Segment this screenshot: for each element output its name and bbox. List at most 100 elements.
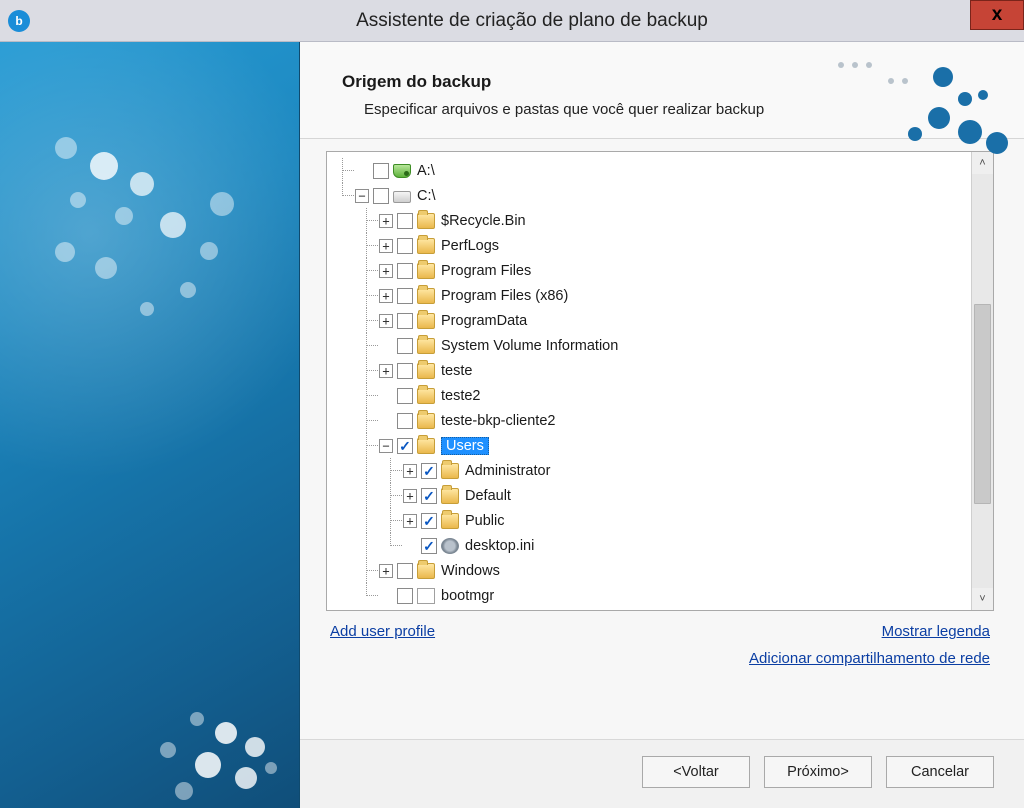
tree-node-desktop[interactable]: desktop.ini xyxy=(331,533,971,558)
folder-icon xyxy=(417,288,435,304)
node-checkbox[interactable] xyxy=(397,338,413,354)
node-label[interactable]: Users xyxy=(441,437,489,455)
folder-icon xyxy=(417,438,435,454)
node-checkbox[interactable] xyxy=(421,463,437,479)
expander-icon xyxy=(379,389,393,403)
links-row: Add user profile Mostrar legenda xyxy=(326,611,994,644)
expander-icon[interactable]: + xyxy=(379,239,393,253)
node-label[interactable]: $Recycle.Bin xyxy=(441,213,526,229)
node-label[interactable]: Program Files xyxy=(441,263,531,279)
tree-scrollbar[interactable]: ˄ ˅ xyxy=(971,152,993,610)
node-checkbox[interactable] xyxy=(397,288,413,304)
tree-node-windows[interactable]: + Windows xyxy=(331,558,971,583)
tree-node-svi[interactable]: System Volume Information xyxy=(331,333,971,358)
folder-icon xyxy=(417,388,435,404)
node-label[interactable]: Public xyxy=(465,513,505,529)
expander-icon[interactable]: − xyxy=(355,189,369,203)
tree-node-pf86[interactable]: + Program Files (x86) xyxy=(331,283,971,308)
body: Origem do backup Especificar arquivos e … xyxy=(0,42,1024,808)
node-label[interactable]: ProgramData xyxy=(441,313,527,329)
expander-icon[interactable]: − xyxy=(379,439,393,453)
add-network-share-link[interactable]: Adicionar compartilhamento de rede xyxy=(749,650,990,667)
tree-node-teste2[interactable]: teste2 xyxy=(331,383,971,408)
node-checkbox[interactable] xyxy=(421,488,437,504)
node-checkbox[interactable] xyxy=(421,513,437,529)
tree-node-public[interactable]: + Public xyxy=(331,508,971,533)
folder-icon xyxy=(417,313,435,329)
back-button[interactable]: <Voltar xyxy=(642,756,750,788)
tree-node-pf[interactable]: + Program Files xyxy=(331,258,971,283)
node-checkbox[interactable] xyxy=(397,238,413,254)
node-label[interactable]: teste2 xyxy=(441,388,481,404)
drive-icon xyxy=(393,191,411,203)
node-label[interactable]: Program Files (x86) xyxy=(441,288,568,304)
node-checkbox[interactable] xyxy=(397,313,413,329)
expander-icon[interactable]: + xyxy=(379,314,393,328)
scroll-down-icon[interactable]: ˅ xyxy=(972,588,993,610)
show-legend-link[interactable]: Mostrar legenda xyxy=(882,623,990,640)
tree-node-bootmgr[interactable]: bootmgr xyxy=(331,583,971,608)
node-label[interactable]: A:\ xyxy=(417,163,435,179)
node-label[interactable]: Administrator xyxy=(465,463,550,479)
add-profile-link[interactable]: Add user profile xyxy=(330,623,435,640)
tree-node-users[interactable]: − Users xyxy=(331,433,971,458)
folder-icon xyxy=(441,463,459,479)
tree-node-teste[interactable]: + teste xyxy=(331,358,971,383)
folder-icon xyxy=(417,563,435,579)
expander-icon[interactable]: + xyxy=(403,464,417,478)
node-checkbox[interactable] xyxy=(397,438,413,454)
node-label[interactable]: bootmgr xyxy=(441,588,494,604)
node-label[interactable]: Default xyxy=(465,488,511,504)
node-checkbox[interactable] xyxy=(397,363,413,379)
folder-icon xyxy=(417,213,435,229)
tree-container: A:\ − C:\ + $Recycle.Bin + PerfLogs + Program Fi… xyxy=(326,151,994,611)
expander-icon[interactable]: + xyxy=(379,264,393,278)
wizard-sidebar xyxy=(0,42,300,808)
tree-node-pdata[interactable]: + ProgramData xyxy=(331,308,971,333)
node-label[interactable]: teste-bkp-cliente2 xyxy=(441,413,555,429)
node-checkbox[interactable] xyxy=(397,263,413,279)
tree-node-perflogs[interactable]: + PerfLogs xyxy=(331,233,971,258)
expander-icon[interactable]: + xyxy=(379,289,393,303)
tree-node-testebkp[interactable]: teste-bkp-cliente2 xyxy=(331,408,971,433)
node-checkbox[interactable] xyxy=(373,163,389,179)
expander-icon[interactable]: + xyxy=(403,489,417,503)
expander-icon[interactable]: + xyxy=(379,214,393,228)
next-button[interactable]: Próximo> xyxy=(764,756,872,788)
folder-icon xyxy=(417,363,435,379)
expander-icon[interactable]: + xyxy=(403,514,417,528)
node-label[interactable]: PerfLogs xyxy=(441,238,499,254)
tree-node-default[interactable]: + Default xyxy=(331,483,971,508)
node-checkbox[interactable] xyxy=(397,588,413,604)
folder-icon xyxy=(417,413,435,429)
title-bar: b Assistente de criação de plano de back… xyxy=(0,0,1024,42)
node-checkbox[interactable] xyxy=(373,188,389,204)
node-checkbox[interactable] xyxy=(421,538,437,554)
node-label[interactable]: C:\ xyxy=(417,188,436,204)
node-label[interactable]: desktop.ini xyxy=(465,538,534,554)
step-header: Origem do backup Especificar arquivos e … xyxy=(300,42,1024,139)
node-checkbox[interactable] xyxy=(397,563,413,579)
links-row-2: Adicionar compartilhamento de rede xyxy=(326,644,994,667)
node-checkbox[interactable] xyxy=(397,213,413,229)
cancel-button[interactable]: Cancelar xyxy=(886,756,994,788)
expander-icon[interactable]: + xyxy=(379,364,393,378)
header-decor xyxy=(838,52,1008,162)
node-label[interactable]: Windows xyxy=(441,563,500,579)
expander-icon[interactable]: + xyxy=(379,564,393,578)
close-button[interactable]: x xyxy=(970,0,1024,30)
node-checkbox[interactable] xyxy=(397,388,413,404)
node-label[interactable]: System Volume Information xyxy=(441,338,618,354)
tree-node-c[interactable]: − C:\ xyxy=(331,183,971,208)
gear-icon xyxy=(441,538,459,554)
sidebar-decor xyxy=(0,42,299,808)
scroll-track[interactable] xyxy=(972,174,993,588)
step-content: A:\ − C:\ + $Recycle.Bin + PerfLogs + Program Fi… xyxy=(300,139,1024,739)
node-checkbox[interactable] xyxy=(397,413,413,429)
tree-node-recycle[interactable]: + $Recycle.Bin xyxy=(331,208,971,233)
file-tree[interactable]: A:\ − C:\ + $Recycle.Bin + PerfLogs + Program Fi… xyxy=(327,152,971,610)
tree-node-admin[interactable]: + Administrator xyxy=(331,458,971,483)
node-label[interactable]: teste xyxy=(441,363,472,379)
scroll-thumb[interactable] xyxy=(974,304,991,504)
tree-node-a[interactable]: A:\ xyxy=(331,158,971,183)
